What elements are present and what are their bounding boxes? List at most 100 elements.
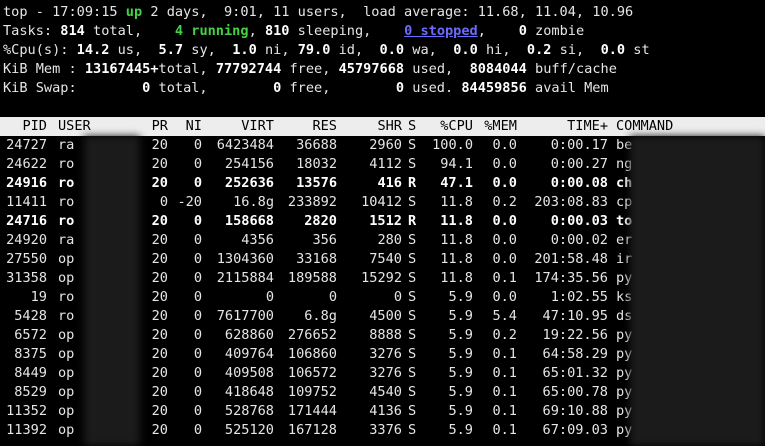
process-pid-cell: 11352 <box>6 403 47 419</box>
process-virt-cell: 4356 <box>241 232 274 248</box>
process-ni-cell: 0 <box>193 289 202 305</box>
process-time-cell: 0:00.08 <box>550 175 608 191</box>
column-header-command[interactable]: COMMAND <box>616 117 673 136</box>
process-mem-cell: 0.1 <box>492 384 517 400</box>
process-mem-cell: 0.0 <box>492 156 517 172</box>
process-shr-cell: 4112 <box>369 156 402 172</box>
column-header-virt[interactable]: VIRT <box>208 117 274 136</box>
cpu-label: %Cpu(s): <box>3 42 77 58</box>
column-header-res[interactable]: RES <box>276 117 337 136</box>
column-header-shr[interactable]: SHR <box>340 117 402 136</box>
column-header-time[interactable]: TIME+ <box>520 117 608 136</box>
process-cpu-cell: 11.8 <box>440 194 473 210</box>
cpu-ni: 1.0 <box>232 42 257 58</box>
process-virt-cell: 628860 <box>224 327 274 343</box>
process-time-cell: 201:58.48 <box>534 251 608 267</box>
process-s-cell: S <box>408 137 417 153</box>
process-mem-cell: 0.0 <box>492 213 517 229</box>
cpu-us: 14.2 <box>76 42 110 58</box>
cpu-si: 0.2 <box>526 42 552 58</box>
process-pr-cell: 20 <box>151 289 168 305</box>
process-pr-cell: 20 <box>151 137 168 153</box>
process-pr-cell: 20 <box>151 384 168 400</box>
swap-label: KiB Swap: <box>3 80 143 96</box>
avail-mem-label: avail Mem <box>526 80 609 96</box>
process-time-cell: 174:35.56 <box>534 270 608 286</box>
process-s-cell: S <box>408 308 417 324</box>
process-res-cell: 2820 <box>304 213 337 229</box>
process-virt-cell: 418648 <box>224 384 274 400</box>
process-s-cell: S <box>408 422 417 438</box>
process-pr-cell: 0 <box>159 194 168 210</box>
cpu-sy-label: sy, <box>183 42 233 58</box>
process-time-cell: 19:22.56 <box>542 327 608 343</box>
tasks-line: Tasks: 814 total, 4 running, 810 sleepin… <box>3 23 585 39</box>
process-res-cell: 6.8g <box>304 308 337 324</box>
process-pid-cell: 8375 <box>14 346 47 362</box>
process-ni-cell: 0 <box>193 403 202 419</box>
process-mem-cell: 0.1 <box>492 270 517 286</box>
process-res-cell: 36688 <box>296 137 337 153</box>
process-cpu-cell: 5.9 <box>448 289 473 305</box>
process-res-cell: 106860 <box>287 346 337 362</box>
process-time-cell: 0:00.03 <box>550 213 608 229</box>
mem-total: 13167445+ <box>84 61 159 77</box>
process-time-cell: 64:58.29 <box>542 346 608 362</box>
process-virt-cell: 0 <box>265 289 274 305</box>
process-cpu-cell: 5.9 <box>448 365 473 381</box>
process-ni-cell: 0 <box>193 251 202 267</box>
swap-line: KiB Swap: 0 total, 0 free, 0 used. 84459… <box>3 79 609 98</box>
process-shr-cell: 10412 <box>361 194 402 210</box>
terminal-window[interactable]: top - 17:09:15 up 2 days, 9:01, 11 users… <box>0 0 765 446</box>
process-res-cell: 13576 <box>296 175 337 191</box>
process-mem-cell: 5.4 <box>492 308 517 324</box>
process-pr-cell: 20 <box>151 308 168 324</box>
process-ni-cell: 0 <box>193 213 202 229</box>
mem-free: 77792744 <box>215 61 282 77</box>
process-pr-cell: 20 <box>151 422 168 438</box>
process-ni-cell: 0 <box>193 232 202 248</box>
process-virt-cell: 254156 <box>224 156 274 172</box>
cpu-hi-label: hi, <box>477 42 527 58</box>
process-time-cell: 0:00.27 <box>550 156 608 172</box>
cpu-st-label: st <box>625 42 650 58</box>
process-s-cell: R <box>408 175 417 191</box>
process-time-cell: 69:10.88 <box>542 403 608 419</box>
process-pr-cell: 20 <box>151 346 168 362</box>
process-ni-cell: 0 <box>193 327 202 343</box>
mem-buffcache-label: buff/cache <box>526 61 617 77</box>
process-shr-cell: 8888 <box>369 327 402 343</box>
process-virt-cell: 409508 <box>224 365 274 381</box>
process-ni-cell: 0 <box>193 365 202 381</box>
uptime-line: top - 17:09:15 up 2 days, 9:01, 11 users… <box>3 3 633 22</box>
process-table-header[interactable]: PID USER PR NI VIRT RES SHR S %CPU %MEM … <box>0 117 765 136</box>
tasks-zombie-label: zombie <box>526 23 585 39</box>
column-header-user[interactable]: USER <box>58 117 91 136</box>
column-header-s[interactable]: S <box>408 117 416 136</box>
column-header-pr[interactable]: PR <box>140 117 168 136</box>
process-pid-cell: 24916 <box>6 175 47 191</box>
column-header-cpu[interactable]: %CPU <box>424 117 473 136</box>
process-pr-cell: 20 <box>151 175 168 191</box>
process-res-cell: 189588 <box>287 270 337 286</box>
mem-buffcache: 8084044 <box>469 61 527 77</box>
process-res-cell: 33168 <box>296 251 337 267</box>
mem-label: KiB Mem : <box>3 61 85 77</box>
process-shr-cell: 4500 <box>369 308 402 324</box>
process-cpu-cell: 5.9 <box>448 422 473 438</box>
process-mem-cell: 0.0 <box>492 232 517 248</box>
process-pr-cell: 20 <box>151 251 168 267</box>
process-time-cell: 1:02.55 <box>550 289 608 305</box>
column-header-ni[interactable]: NI <box>172 117 202 136</box>
command-redaction-mask <box>630 136 765 446</box>
process-virt-cell: 252636 <box>224 175 274 191</box>
column-header-mem[interactable]: %MEM <box>474 117 517 136</box>
process-virt-cell: 1304360 <box>216 251 274 267</box>
process-pid-cell: 24622 <box>6 156 47 172</box>
column-header-pid[interactable]: PID <box>3 117 47 136</box>
process-shr-cell: 280 <box>377 232 402 248</box>
cpu-wa-label: wa, <box>404 42 454 58</box>
process-cpu-cell: 11.8 <box>440 251 473 267</box>
process-ni-cell: 0 <box>193 137 202 153</box>
process-pid-cell: 27550 <box>6 251 47 267</box>
